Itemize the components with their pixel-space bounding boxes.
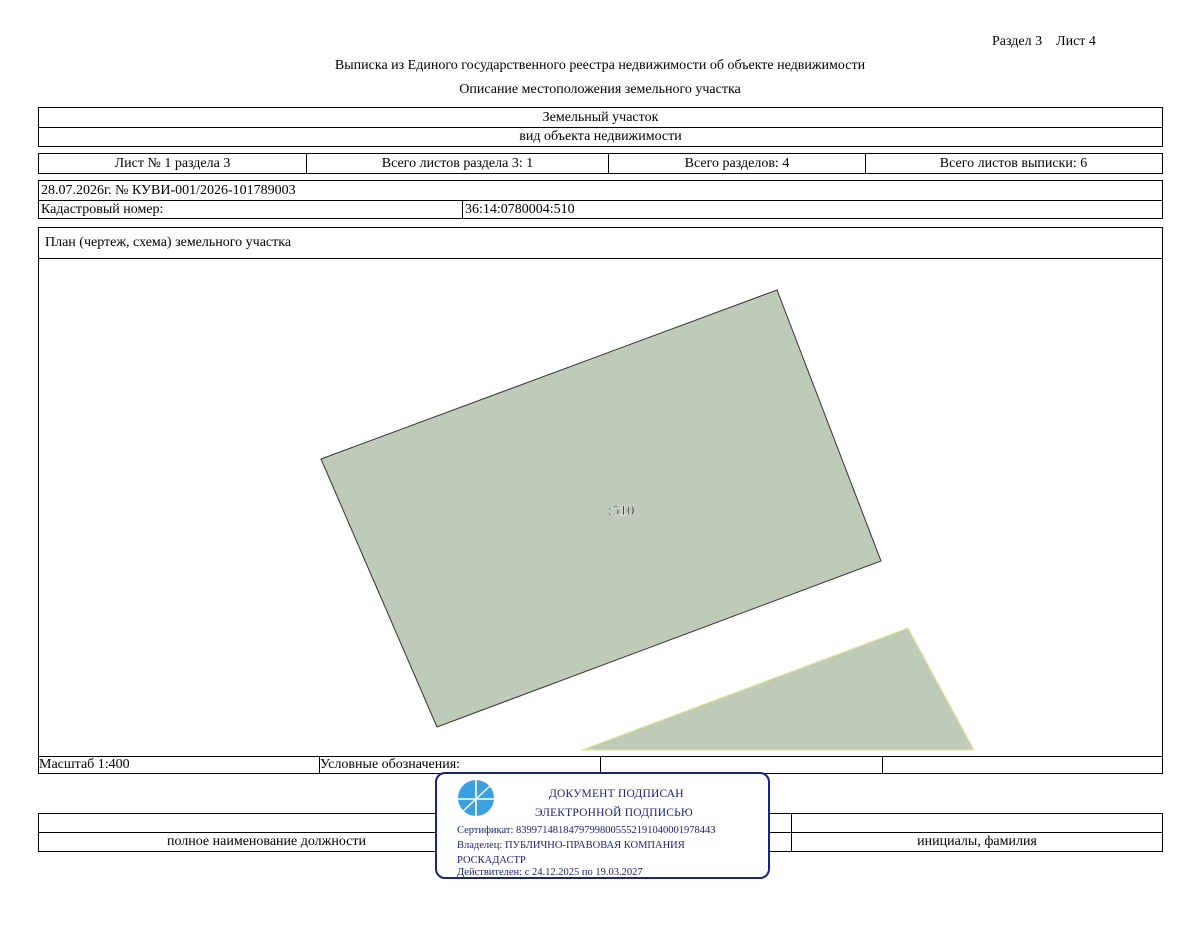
record-info: 28.07.2026г. № КУВИ-001/2026-101789003 К… [38, 180, 1163, 219]
legend-label: Условные обозначения: [320, 757, 461, 772]
e-signature-stamp: ДОКУМЕНТ ПОДПИСАН ЭЛЕКТРОННОЙ ПОДПИСЬЮ С… [435, 772, 770, 879]
total-sheets-section: Всего листов раздела 3: 1 [381, 155, 534, 171]
sheet-header: Раздел 3 Лист 4 [992, 34, 1096, 50]
cadastral-label: Кадастровый номер: [41, 201, 164, 217]
stamp-owner-1: Владелец: ПУБЛИЧНО-ПРАВОВАЯ КОМПАНИЯ [457, 840, 685, 851]
document-title: Выписка из Единого государственного реес… [334, 58, 866, 73]
document-subtitle: Описание местоположения земельного участ… [459, 82, 741, 97]
sheet-of-section: Лист № 1 раздела 3 [114, 155, 231, 171]
sheet-counters: Лист № 1 раздела 3 Всего листов раздела … [38, 153, 1163, 174]
date-number: 28.07.2026г. № КУВИ-001/2026-101789003 [41, 182, 296, 198]
stamp-certificate: Сертификат: 8399714818479799800555219104… [457, 825, 716, 836]
total-sheets-extract: Всего листов выписки: 6 [939, 155, 1088, 171]
sheet-label: Лист 4 [1056, 34, 1096, 49]
rosreestr-logo-icon [458, 780, 494, 816]
object-type-table: Земельный участок вид объекта недвижимос… [38, 107, 1163, 147]
cadastral-number: 36:14:0780004:510 [465, 201, 575, 217]
parcel-label: :510 [608, 503, 635, 519]
object-type: Земельный участок [542, 109, 659, 125]
total-sections: Всего разделов: 4 [684, 155, 790, 171]
stamp-line-2: ЭЛЕКТРОННОЙ ПОДПИСЬЮ [535, 807, 693, 819]
stamp-owner-2: РОСКАДАСТР [457, 855, 526, 866]
plan-drawing: :510 [320, 289, 976, 751]
name-caption: инициалы, фамилия [917, 834, 1037, 849]
position-caption: полное наименование должности [166, 834, 367, 849]
parcel-510 [320, 289, 882, 728]
stamp-validity: Действителен: с 24.12.2025 по 19.03.2027 [457, 867, 643, 878]
scale-label: Масштаб 1:400 [39, 757, 130, 772]
stamp-line-1: ДОКУМЕНТ ПОДПИСАН [549, 788, 684, 800]
plan-section: План (чертеж, схема) земельного участка … [38, 227, 1163, 774]
object-type-caption: вид объекта недвижимости [519, 129, 682, 144]
section-label: Раздел 3 [992, 34, 1043, 49]
